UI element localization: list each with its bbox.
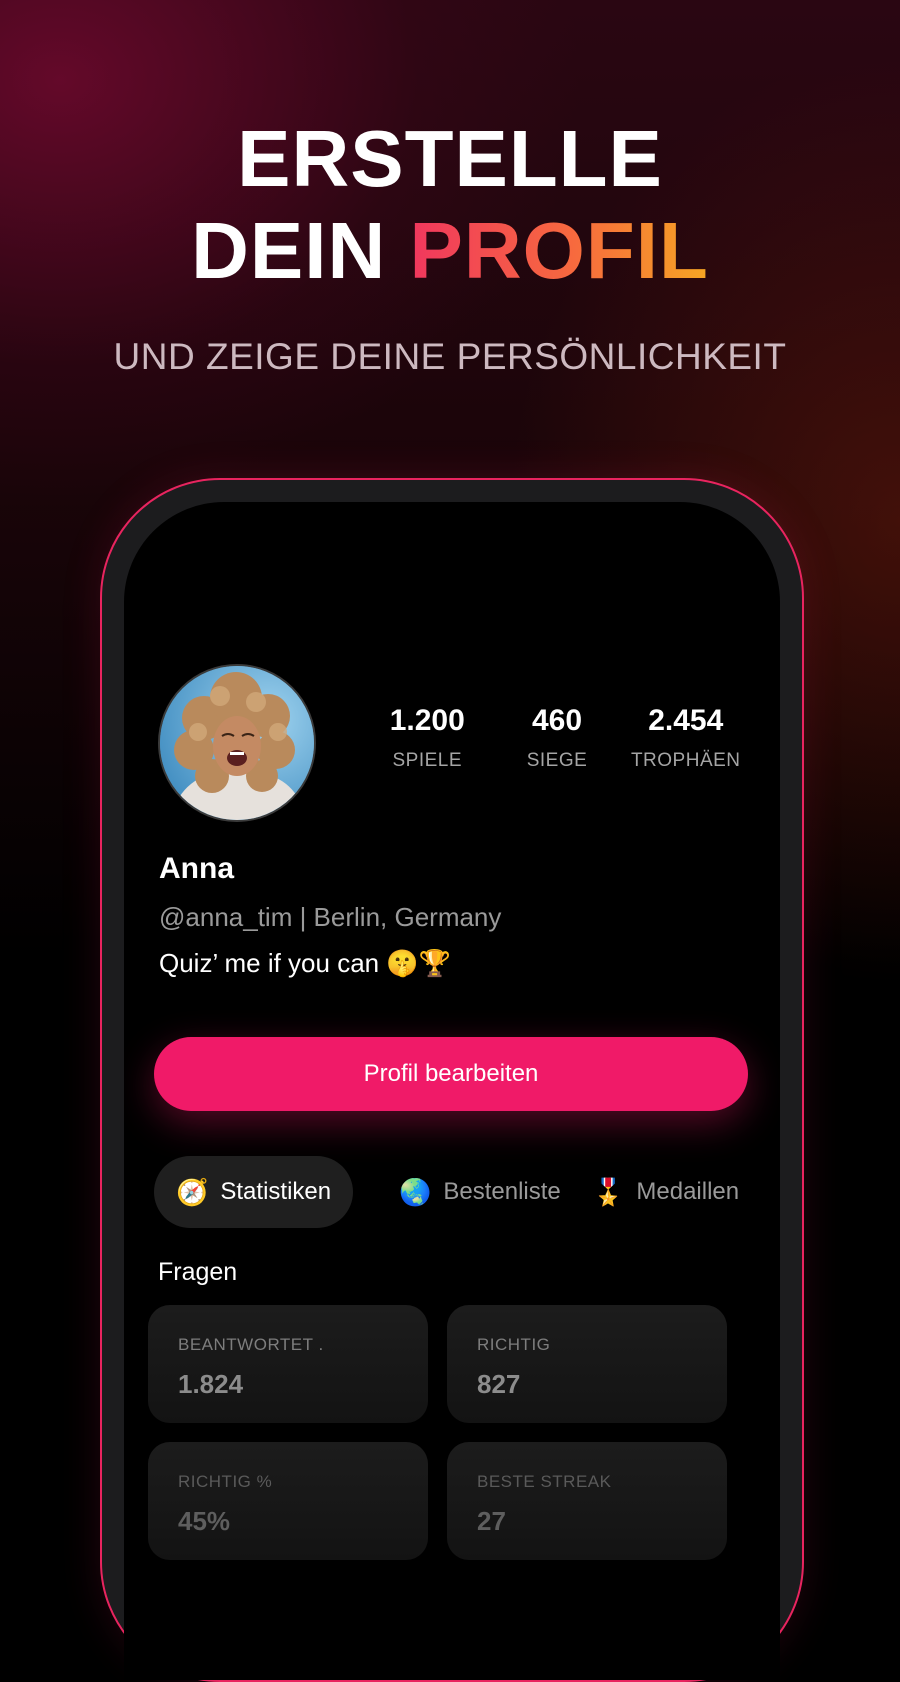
phone-screen: 1.200 SPIELE 460 SIEGE 2.454 TROPHÄEN An…: [124, 502, 780, 1680]
profile-bio: Quiz’ me if you can 🤫🏆: [159, 948, 452, 978]
stat-trophies-label: TROPHÄEN: [630, 750, 741, 771]
tab-leaderboard-label: Bestenliste: [443, 1178, 561, 1205]
hero-line-1: ERSTELLE: [237, 114, 663, 203]
tab-medals[interactable]: 🎖️ Medaillen: [592, 1156, 739, 1228]
stat-trophies[interactable]: 2.454 TROPHÄEN: [611, 704, 760, 772]
stat-card-best-streak: BESTE STREAK 27: [447, 1442, 727, 1560]
section-title-questions: Fragen: [158, 1258, 238, 1286]
medal-icon: 🎖️: [592, 1176, 625, 1207]
profile-handle-location: @anna_tim | Berlin, Germany: [159, 902, 502, 932]
tab-statistics-label: Statistiken: [220, 1178, 332, 1205]
profile-avatar[interactable]: [158, 664, 316, 822]
globe-icon: 🌏: [399, 1176, 432, 1207]
tab-statistics[interactable]: 🧭 Statistiken: [154, 1156, 354, 1228]
stat-card-correct-percent: RICHTIG % 45%: [148, 1442, 428, 1560]
stat-card-correct-value: 827: [477, 1369, 521, 1399]
stat-wins-value: 460: [531, 704, 583, 737]
stat-card-answered-value: 1.824: [178, 1369, 244, 1399]
profile-stats: 1.200 SPIELE 460 SIEGE 2.454 TROPHÄEN: [352, 704, 760, 772]
avatar-photo: [160, 666, 314, 820]
stat-trophies-value: 2.454: [648, 704, 724, 737]
hero-line-2-prefix: DEIN: [191, 206, 410, 295]
edit-profile-button[interactable]: Profil bearbeiten: [154, 1037, 748, 1111]
stat-wins[interactable]: 460 SIEGE: [503, 704, 612, 772]
hero-subtitle: UND ZEIGE DEINE PERSÖNLICHKEIT: [113, 336, 787, 377]
phone-frame: 1.200 SPIELE 460 SIEGE 2.454 TROPHÄEN An…: [100, 478, 804, 1682]
stat-wins-label: SIEGE: [526, 750, 588, 771]
stat-card-correct-percent-label: RICHTIG %: [178, 1472, 273, 1491]
stat-games-value: 1.200: [389, 704, 465, 737]
hero-line-2-accent: PROFIL: [409, 206, 709, 295]
profile-name: Anna: [159, 852, 234, 885]
tab-leaderboard[interactable]: 🌏 Bestenliste: [399, 1156, 561, 1228]
stat-games-label: SPIELE: [392, 750, 463, 771]
tab-medals-label: Medaillen: [636, 1178, 740, 1205]
stat-games[interactable]: 1.200 SPIELE: [352, 704, 503, 772]
profile-tabs: 🧭 Statistiken 🌏 Bestenliste 🎖️ Medaillen: [154, 1156, 760, 1228]
stat-card-best-streak-value: 27: [477, 1506, 506, 1536]
hero-line-2: DEIN PROFIL: [0, 205, 900, 297]
stat-card-correct: RICHTIG 827: [447, 1305, 727, 1423]
stat-card-answered: BEANTWORTET . 1.824: [148, 1305, 428, 1423]
stat-card-correct-percent-value: 45%: [178, 1506, 231, 1536]
compass-icon: 🧭: [176, 1176, 209, 1207]
stat-card-best-streak-label: BESTE STREAK: [477, 1472, 612, 1491]
hero-headline: ERSTELLE DEIN PROFIL: [0, 113, 900, 297]
stat-card-answered-label: BEANTWORTET .: [178, 1335, 324, 1354]
stat-card-correct-label: RICHTIG: [477, 1335, 551, 1354]
